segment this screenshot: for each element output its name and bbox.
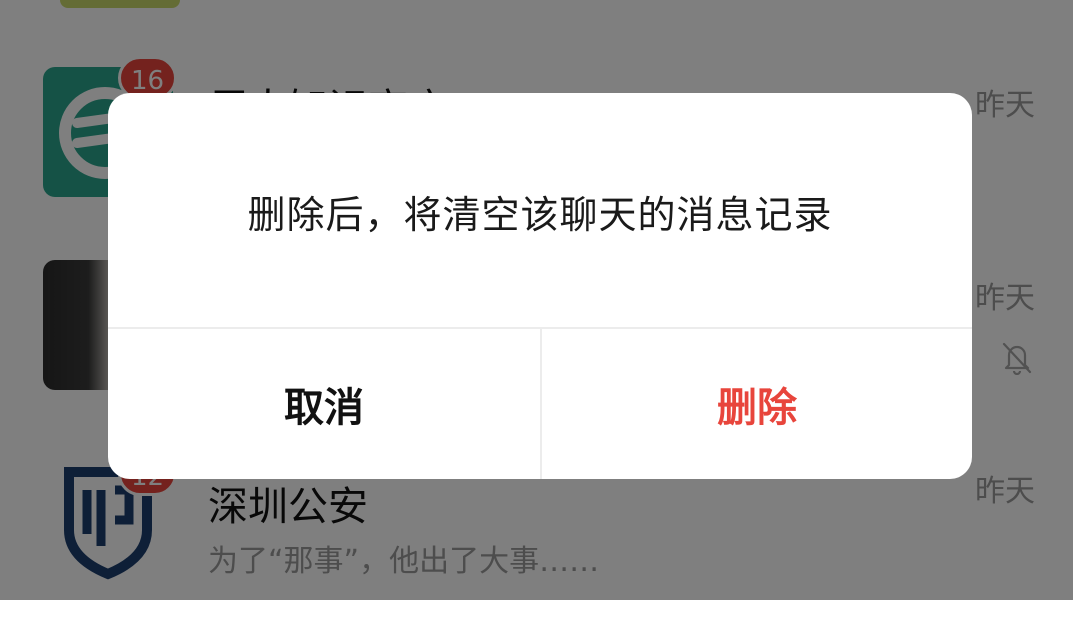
delete-confirm-dialog: 删除后，将清空该聊天的消息记录 取消 删除 — [108, 93, 972, 479]
cancel-button[interactable]: 取消 — [108, 329, 540, 479]
dialog-message: 删除后，将清空该聊天的消息记录 — [247, 192, 833, 237]
delete-button[interactable]: 删除 — [542, 329, 972, 479]
